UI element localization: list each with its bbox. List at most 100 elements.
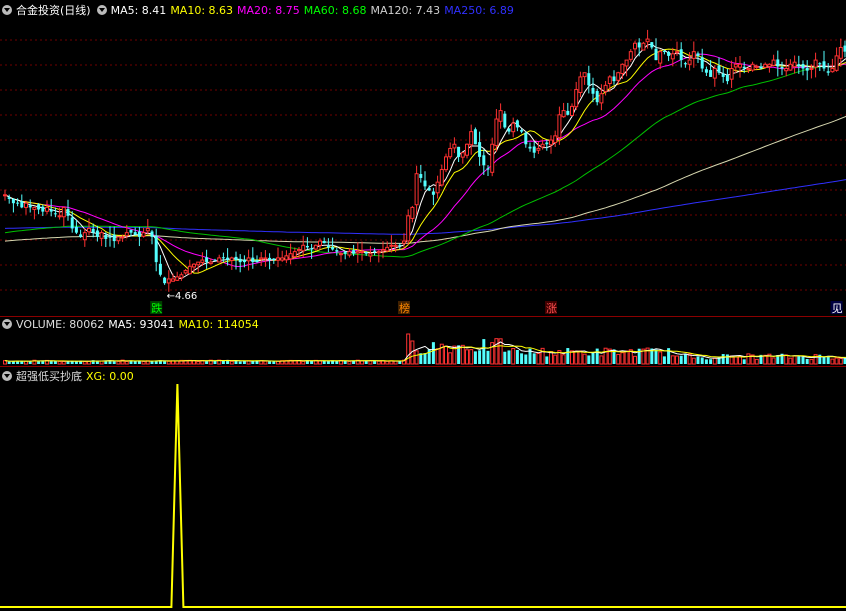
candle-body (305, 245, 309, 248)
candle-body (402, 240, 406, 244)
volume-ma5: MA5: 93041 (108, 318, 175, 331)
candle-body (746, 68, 751, 71)
volume-bar (112, 361, 116, 364)
candle-body (360, 251, 364, 254)
candle-body (667, 51, 671, 56)
candle-body (818, 63, 822, 65)
indicator-xg: XG: 0.00 (86, 370, 134, 383)
menu-icon[interactable] (96, 5, 107, 15)
candle-body (733, 63, 738, 68)
collapse-icon[interactable] (2, 371, 12, 381)
candle-body (229, 257, 234, 262)
candle-body (540, 143, 545, 148)
signal-label: 涨 (546, 302, 557, 315)
candle-body (645, 38, 650, 43)
volume-bar (809, 358, 814, 365)
volume-bar (838, 358, 843, 365)
candle-body (141, 232, 146, 237)
candle-body (612, 76, 616, 82)
volume-bar (696, 356, 700, 364)
candle-body (326, 245, 330, 248)
candle-body (482, 155, 486, 166)
volume-bar (473, 351, 477, 364)
candle-body (557, 114, 562, 139)
candle-body (133, 232, 137, 235)
price-panel: 合金投资(日线) MA5: 8.41 MA10: 8.63 MA20: 8.75 MA6… (0, 0, 846, 316)
candle-body (200, 259, 205, 263)
candlestick-chart[interactable]: ←4.66 跌 榜 涨 见 (0, 0, 846, 316)
candle-body (767, 63, 772, 67)
candle-body (284, 255, 289, 261)
low-price-marker: ←4.66 (167, 291, 198, 302)
volume-bar (633, 355, 637, 365)
volume-bar (335, 361, 339, 364)
candle-body (729, 68, 734, 80)
indicator-title: 超强低买抄底 (16, 370, 82, 383)
volume-bar (545, 356, 549, 364)
collapse-icon[interactable] (2, 319, 12, 329)
volume-bar (326, 361, 330, 364)
candle-body (238, 258, 242, 263)
volume-bar (503, 351, 507, 364)
candle-body (830, 68, 835, 73)
volume-bar (691, 357, 696, 365)
candle-body (620, 63, 625, 74)
candle-body (561, 110, 566, 118)
volume-bar (712, 357, 717, 365)
candle-body (24, 202, 28, 208)
candle-body (74, 226, 78, 233)
candle-body (221, 257, 225, 259)
candle-body (150, 231, 154, 237)
signal-label: 跌 (151, 301, 162, 315)
candle-body (759, 66, 763, 69)
candle-body (187, 265, 192, 275)
candle-body (750, 63, 755, 71)
candle-body (137, 231, 141, 237)
volume-bar (801, 356, 805, 364)
candle-body (343, 251, 347, 254)
candle-body (738, 63, 742, 68)
volume-bar (444, 345, 448, 365)
candle-body (389, 244, 394, 247)
candle-body (524, 132, 528, 145)
candle-body (574, 89, 579, 108)
signal-label: 榜 (399, 301, 410, 315)
candle-body (347, 251, 352, 256)
collapse-icon[interactable] (2, 5, 12, 15)
volume-bar (658, 351, 663, 365)
volume-bar (549, 351, 553, 365)
candle-body (809, 68, 814, 71)
stock-name: 合金投资(日线) (16, 4, 91, 17)
candle-body (813, 59, 818, 68)
candle-body (263, 257, 268, 260)
candle-body (268, 257, 272, 261)
candle-body (112, 234, 116, 242)
volume-bar (679, 355, 683, 364)
volume-bar (414, 350, 419, 365)
volume-bar (268, 361, 272, 364)
candle-body (398, 244, 402, 246)
volume-bar (561, 354, 566, 365)
candle-body (566, 110, 570, 115)
candle-body (20, 201, 24, 208)
candle-body (179, 274, 184, 279)
indicator-chart[interactable] (0, 366, 846, 611)
candle-body (158, 263, 162, 275)
candle-body (633, 42, 637, 50)
candle-body (771, 59, 776, 66)
volume-bar (511, 348, 516, 365)
volume-bar (381, 360, 385, 365)
candle-body (553, 135, 558, 144)
candle-body (578, 76, 583, 94)
candle-body (79, 234, 83, 237)
candle-body (696, 53, 700, 56)
candle-body (213, 259, 217, 261)
volume-ma10: MA10: 114054 (178, 318, 259, 331)
volume-bar (385, 360, 390, 365)
volume-bar (524, 354, 528, 364)
volume-bar (670, 355, 675, 365)
candle-body (687, 59, 692, 65)
volume-bar (704, 359, 708, 364)
candle-body (183, 270, 188, 274)
candle-body (427, 187, 431, 191)
